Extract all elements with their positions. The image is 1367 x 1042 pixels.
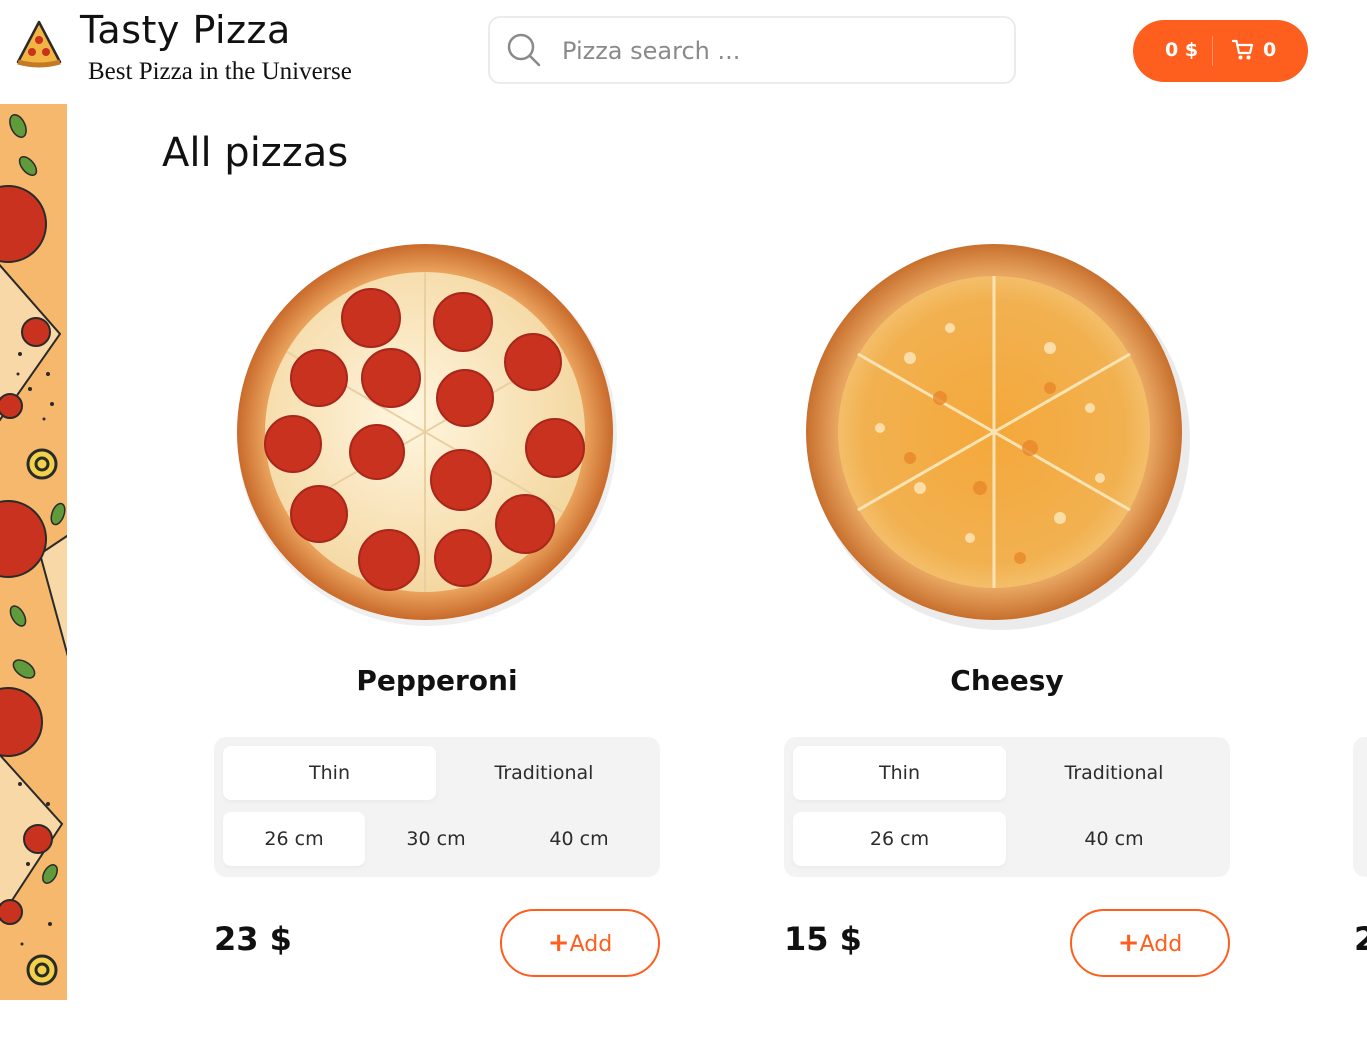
type-option-traditional[interactable]: Traditional (436, 746, 652, 800)
type-option-thin[interactable]: Thin (793, 746, 1006, 800)
size-option-30[interactable]: 30 cm (365, 812, 507, 866)
cart-count: 0 (1263, 39, 1277, 61)
plus-icon: + (547, 928, 570, 958)
cart-total: 0 $ (1165, 39, 1199, 61)
pepperoni-pizza-image[interactable] (231, 238, 623, 630)
page-title: All pizzas (162, 130, 349, 176)
cheesy-pizza-image[interactable] (800, 238, 1192, 630)
search-box[interactable] (488, 16, 1016, 84)
pizza-card-cheesy: Cheesy Thin Traditional 26 cm 40 cm 15 $… (784, 230, 1230, 990)
cart-divider (1212, 36, 1213, 66)
pizza-options: Thin Traditional 26 cm 30 cm 40 cm (214, 737, 660, 877)
plus-icon: + (1117, 928, 1140, 958)
header: Tasty Pizza Best Pizza in the Universe 0… (0, 0, 1367, 104)
pizza-price: 23 $ (214, 920, 292, 958)
pizza-name: Pepperoni (356, 664, 518, 697)
type-option-traditional[interactable]: Traditional (1006, 746, 1222, 800)
cart-button[interactable]: 0 $ 0 (1133, 20, 1308, 82)
pizza-slice-logo-icon (16, 20, 62, 68)
pizza-card-pepperoni: Pepperoni Thin Traditional 26 cm 30 cm 4… (214, 230, 660, 990)
search-icon (507, 33, 541, 67)
size-option-40[interactable]: 40 cm (1006, 812, 1222, 866)
add-button-label: Add (1139, 932, 1183, 957)
size-option-26[interactable]: 26 cm (223, 812, 365, 866)
cart-icon (1232, 39, 1254, 60)
add-to-cart-button[interactable]: +Add (500, 909, 660, 977)
size-option-40[interactable]: 40 cm (507, 812, 651, 866)
pizza-price-partial: 2 (1354, 920, 1367, 958)
pizza-price: 15 $ (784, 920, 862, 958)
brand-subtitle: Best Pizza in the Universe (88, 58, 352, 85)
pizza-options-partial (1353, 737, 1367, 877)
search-input[interactable] (560, 32, 1004, 70)
pizza-name: Cheesy (950, 664, 1064, 697)
add-to-cart-button[interactable]: +Add (1070, 909, 1230, 977)
brand-title[interactable]: Tasty Pizza (80, 8, 291, 52)
pizza-options: Thin Traditional 26 cm 40 cm (784, 737, 1230, 877)
size-option-26[interactable]: 26 cm (793, 812, 1006, 866)
add-button-label: Add (569, 932, 613, 957)
pizza-pattern-strip (0, 104, 67, 1000)
type-option-thin[interactable]: Thin (223, 746, 436, 800)
